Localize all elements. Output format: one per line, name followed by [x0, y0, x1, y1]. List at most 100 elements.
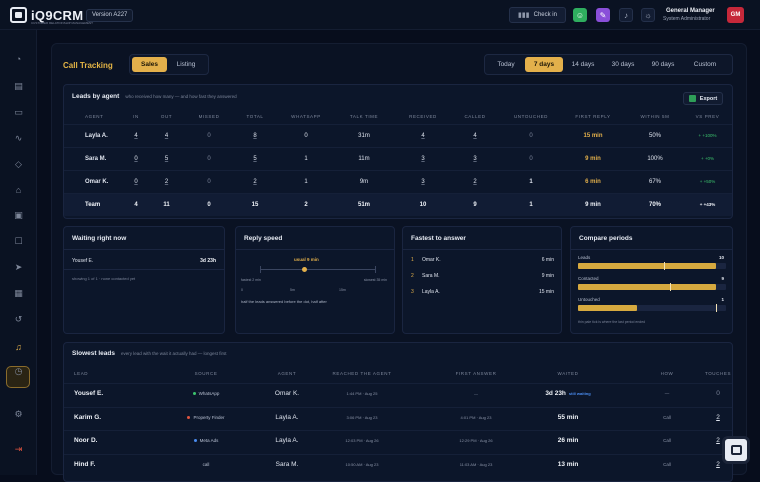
- cell-agent: Omar K.: [64, 169, 130, 193]
- slowest-card: Slowest leads every lead with the wait it…: [63, 342, 733, 482]
- contacts-icon[interactable]: ☐: [12, 235, 25, 248]
- home-icon[interactable]: ⌂: [12, 183, 25, 196]
- export-label: Export: [699, 95, 718, 102]
- table-row[interactable]: Omar K. 0 2 0 2 1 9m 3 2 1 6 min 67% + +50%: [64, 169, 732, 193]
- send-icon[interactable]: ➤: [12, 261, 25, 274]
- waiting-note: showing 1 of 1 · none contacted yet: [72, 276, 136, 281]
- user-name: General Manager: [666, 8, 715, 14]
- cell-received: 3: [399, 169, 447, 193]
- slow-col-touches: TOUCHES: [704, 371, 732, 376]
- cell-called: 2: [447, 169, 503, 193]
- reply-speed-card: Reply speed usual 9 min fastest 2 min sl…: [235, 226, 395, 334]
- activity-icon[interactable]: ∿: [12, 132, 25, 145]
- cell-talk: 31m: [329, 123, 399, 147]
- slow-source-label: call: [202, 461, 210, 467]
- sidebar: ◔ ▤ ▭ ∿ ◇ ⌂ ▣ ☐ ➤ ▦ ↺ ♫ ◷ ⚙ ⇥: [0, 30, 37, 475]
- settings-icon[interactable]: ⚙: [12, 408, 25, 421]
- documents-icon[interactable]: ▤: [12, 80, 25, 93]
- table-row[interactable]: Sara M. 0 5 0 5 1 11m 3 3 0 9 min 100% + +0%: [64, 146, 732, 170]
- slow-col-lead: LEAD: [74, 371, 89, 376]
- check-in-button[interactable]: ▮▮▮ Check in: [509, 7, 566, 23]
- col-whatsapp: WHATSAPP: [291, 114, 321, 120]
- fastest-rank: 3: [411, 289, 414, 295]
- cell-agent: Sara M.: [64, 146, 130, 170]
- top-bar: iQ9CRM CUSTOMER RELATIONSHIP MANAGEMENT …: [0, 0, 760, 30]
- slow-waited-value: 3d 23h: [545, 390, 566, 397]
- period-custom[interactable]: Custom: [683, 57, 727, 72]
- period-today[interactable]: Today: [487, 57, 525, 72]
- col-talk-time: TALK TIME: [349, 114, 379, 120]
- period-7-days[interactable]: 7 days: [525, 57, 563, 72]
- user-role: System Administrator: [663, 16, 711, 22]
- compare-value: 1: [721, 297, 724, 302]
- slow-lead[interactable]: Karim G.: [74, 414, 134, 421]
- slow-source: WhatsApp: [166, 391, 246, 396]
- slow-reached: 12:03 PM · Aug 26: [345, 438, 379, 443]
- floating-help-button[interactable]: [722, 436, 750, 464]
- slowest-title: Slowest leads every lead with the wait it…: [72, 350, 227, 357]
- page-title: Call Tracking: [63, 61, 113, 70]
- slow-agent: Sara M.: [275, 460, 299, 468]
- fastest-name[interactable]: Sara M.: [422, 273, 440, 279]
- reply-speed-tick-15m: 15m: [339, 288, 346, 292]
- headset-icon[interactable]: ♫: [12, 340, 25, 353]
- export-button[interactable]: Export: [683, 92, 723, 105]
- theme-icon[interactable]: ☼: [641, 8, 655, 22]
- logout-icon[interactable]: ⇥: [12, 443, 25, 456]
- cell-received: 10: [399, 192, 447, 216]
- tag-icon[interactable]: ◇: [12, 158, 25, 171]
- col-received: RECEIVED: [409, 114, 437, 120]
- period-switcher: Today 7 days 14 days 30 days 90 days Cus…: [484, 54, 733, 75]
- avatar[interactable]: GM: [727, 7, 744, 23]
- fastest-name[interactable]: Omar K.: [422, 257, 441, 263]
- compare-bar-fill: [578, 263, 716, 269]
- tab-listing[interactable]: Listing: [167, 57, 205, 72]
- cell-called: 9: [447, 192, 503, 216]
- table-row[interactable]: Layla A. 4 4 0 8 0 31m 4 4 0 15 min 50% + +100%: [64, 123, 732, 147]
- chat-icon[interactable]: ▭: [12, 106, 25, 119]
- logo-icon: [10, 7, 27, 23]
- source-dot-icon: [193, 439, 197, 443]
- cell-out: 4: [142, 123, 191, 147]
- version-badge: Version A227: [86, 9, 134, 22]
- waiting-lead-name[interactable]: Yousef E.: [72, 258, 93, 264]
- slow-lead[interactable]: Hind F.: [74, 461, 134, 468]
- slow-col-source: SOURCE: [194, 371, 218, 376]
- edit-icon[interactable]: ✎: [596, 8, 610, 22]
- history-icon[interactable]: ↺: [12, 313, 25, 326]
- col-untouched: UNTOUCHED: [513, 114, 549, 120]
- alarm-icon[interactable]: ◷: [12, 365, 25, 378]
- col-out: OUT: [160, 114, 173, 120]
- slow-lead[interactable]: Noor D.: [74, 437, 134, 444]
- cell-total: 5: [227, 146, 283, 170]
- cell-within: 100%: [627, 146, 683, 170]
- reply-speed-slowest: slowest 35 min: [363, 278, 387, 282]
- slow-source: call: [166, 462, 246, 467]
- cell-in: 4: [130, 192, 142, 216]
- team-row[interactable]: Team 4 11 0 15 2 51m 10 9 1 9 min 70% + +43%: [64, 192, 732, 216]
- cell-missed: 0: [191, 123, 227, 147]
- leads-by-agent-subtitle: who received how many — and how fast the…: [125, 94, 237, 99]
- folder-icon[interactable]: ▣: [12, 209, 25, 222]
- bell-icon[interactable]: ♪: [619, 8, 633, 22]
- period-14-days[interactable]: 14 days: [563, 57, 603, 72]
- compare-bar-fill: [578, 284, 716, 290]
- reply-speed-end-tick: [375, 266, 376, 273]
- col-missed: MISSED: [198, 114, 220, 120]
- export-icon: [688, 95, 696, 102]
- check-in-label: Check in: [533, 12, 557, 18]
- slow-source-label: Property Finder: [193, 414, 225, 420]
- period-90-days[interactable]: 90 days: [643, 57, 683, 72]
- reply-speed-start-tick: [260, 266, 261, 273]
- slow-waited: 3d 23h still waiting: [528, 390, 608, 397]
- calendar-icon[interactable]: ▦: [12, 287, 25, 300]
- slow-source-label: Meta Ads: [199, 438, 219, 443]
- slow-lead[interactable]: Yousef E.: [74, 390, 134, 397]
- cell-reply: 15 min: [559, 123, 627, 147]
- cell-whatsapp: 2: [283, 192, 329, 216]
- status-icon[interactable]: ☺: [573, 8, 587, 22]
- dashboard-icon[interactable]: ◔: [12, 52, 25, 65]
- tab-sales[interactable]: Sales: [132, 57, 167, 72]
- fastest-name[interactable]: Layla A.: [422, 289, 440, 295]
- period-30-days[interactable]: 30 days: [603, 57, 643, 72]
